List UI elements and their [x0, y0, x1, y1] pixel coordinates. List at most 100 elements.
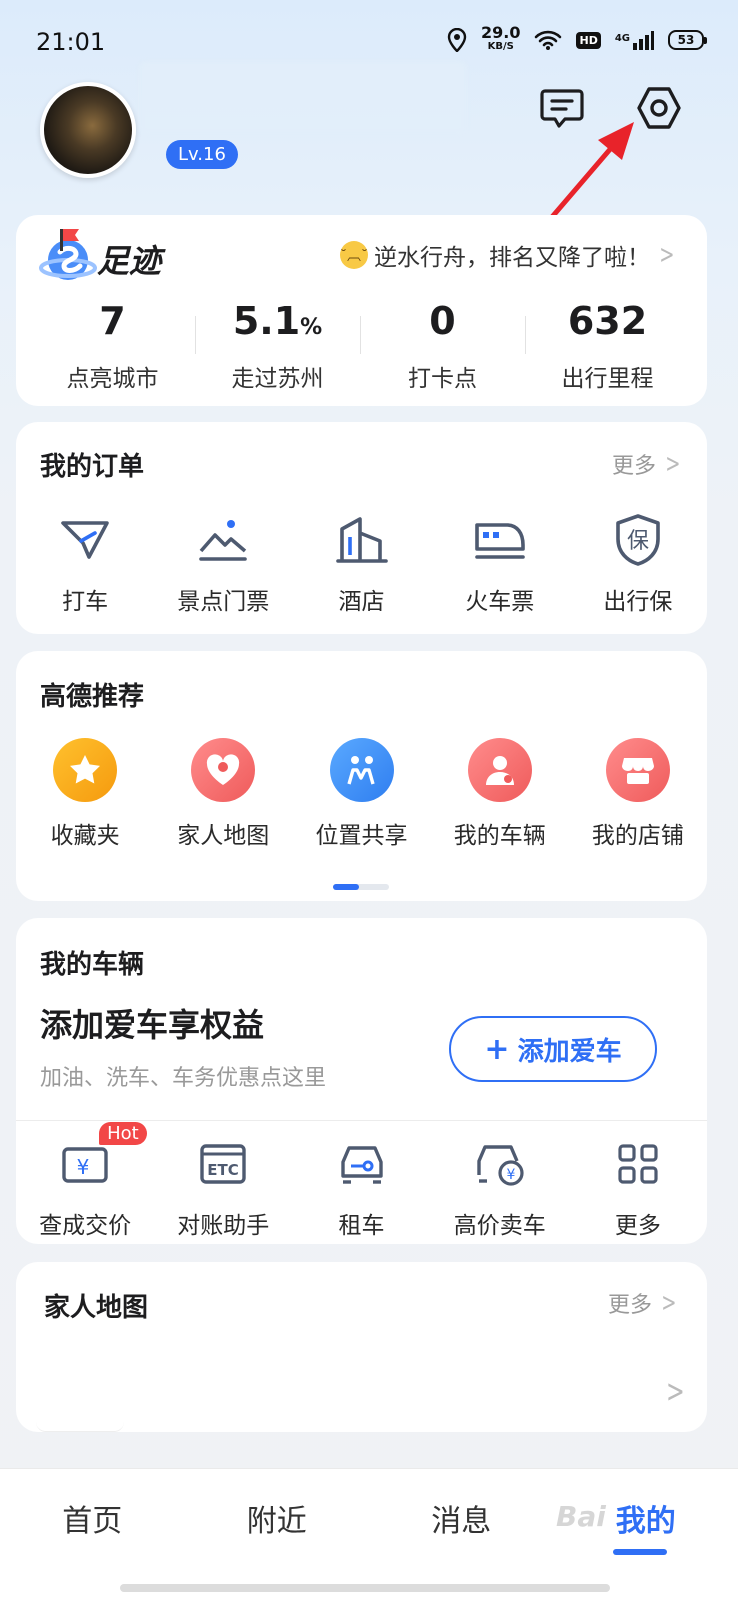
footprint-slogan-text: 逆水行舟，排名又降了啦！ [374, 245, 650, 271]
family-map-title: 家人地图 [44, 1293, 149, 1323]
signal-label: 4G [614, 33, 630, 44]
taxi-icon [57, 512, 113, 568]
recommend-item-my-vehicle[interactable]: 我的车辆 [431, 738, 569, 850]
stat-value: 0 [429, 299, 456, 343]
orders-grid: 打车 景点门票 酒店 火车票 保 出行保 [16, 512, 707, 616]
order-item-taxi[interactable]: 打车 [16, 512, 154, 616]
nav-tab-messages[interactable]: 消息 [369, 1496, 554, 1540]
stat-label: 点亮城市 [66, 366, 159, 392]
grid-label: 家人地图 [177, 823, 270, 849]
vehicle-item-price[interactable]: ¥ Hot 查成交价 [16, 1122, 154, 1240]
stat-value: 7 [99, 299, 126, 343]
stat-label: 走过苏州 [231, 366, 324, 392]
person-icon [467, 738, 532, 802]
scenic-ticket-icon [195, 512, 251, 568]
battery-icon: 53 [668, 30, 707, 50]
orders-more-link[interactable]: 更多 > [612, 448, 684, 480]
vehicle-services-grid: ¥ Hot 查成交价 ETC 对账助手 租车 ¥ 高价卖车 更多 [16, 1122, 707, 1240]
grid-label: 对账助手 [177, 1213, 270, 1239]
net-speed-unit: KB/S [487, 41, 514, 52]
hotel-icon [334, 512, 390, 568]
family-map-placeholder [36, 1414, 124, 1432]
order-item-hotel[interactable]: 酒店 [292, 512, 430, 616]
svg-text:¥: ¥ [77, 1155, 90, 1179]
grid-label: 我的店铺 [591, 823, 684, 849]
grid-label: 查成交价 [39, 1213, 132, 1239]
status-time: 21:01 [36, 28, 106, 56]
grid-label: 酒店 [338, 589, 385, 615]
recommend-title: 高德推荐 [40, 682, 145, 712]
more-label: 更多 [608, 1293, 653, 1318]
price-icon: ¥ Hot [57, 1122, 147, 1192]
stat-label: 打卡点 [408, 366, 477, 392]
level-badge[interactable]: Lv.16 [166, 140, 238, 169]
watermark: Bai [556, 1500, 606, 1533]
recommend-item-my-shop[interactable]: 我的店铺 [569, 738, 707, 850]
recommend-item-family-map[interactable]: 家人地图 [154, 738, 292, 850]
bottom-nav-items: 首页 附近 消息 我的 [0, 1496, 738, 1540]
grid-label: 租车 [338, 1213, 385, 1239]
nav-tab-home[interactable]: 首页 [0, 1496, 185, 1540]
chevron-right-icon[interactable]: > [666, 1372, 685, 1410]
page-indicator-active [333, 884, 359, 890]
svg-text:¥: ¥ [506, 1167, 515, 1183]
chevron-right-icon: > [661, 1288, 677, 1318]
vehicle-headline: 添加爱车享权益 [40, 1006, 265, 1044]
wifi-icon [535, 30, 562, 50]
vehicle-item-rent[interactable]: 租车 [292, 1136, 430, 1240]
grid-label: 更多 [614, 1213, 661, 1239]
chevron-right-icon: > [665, 449, 681, 479]
grid-icon [610, 1136, 666, 1192]
stat-item[interactable]: 0 打卡点 [360, 296, 525, 393]
train-icon [472, 512, 528, 568]
vehicle-item-more[interactable]: 更多 [569, 1136, 707, 1240]
signal-icon: 4G [615, 30, 654, 50]
add-car-label: 添加爱车 [517, 1036, 622, 1067]
vehicle-title: 我的车辆 [40, 950, 145, 980]
more-label: 更多 [612, 454, 657, 479]
footprint-title: 足迹 [97, 242, 162, 280]
vehicle-item-etc[interactable]: ETC 对账助手 [154, 1136, 292, 1240]
grid-label: 我的车辆 [453, 823, 546, 849]
username-blurred [140, 62, 466, 134]
recommend-item-favorites[interactable]: 收藏夹 [16, 738, 154, 850]
avatar[interactable] [40, 82, 136, 178]
grid-label: 位置共享 [315, 823, 408, 849]
star-icon [53, 738, 118, 802]
location-icon [447, 28, 467, 52]
nav-tab-nearby[interactable]: 附近 [185, 1496, 370, 1540]
order-item-scenic-ticket[interactable]: 景点门票 [154, 512, 292, 616]
hot-badge: Hot [99, 1122, 147, 1145]
divider [16, 1120, 707, 1121]
net-speed: 29.0 KB/S [481, 25, 520, 54]
grid-label: 打车 [62, 589, 109, 615]
stat-item[interactable]: 5.1% 走过苏州 [195, 296, 360, 393]
footprint-stats: 7 点亮城市 5.1% 走过苏州 0 打卡点 632 出行里程 [30, 296, 690, 393]
status-icons: 29.0 KB/S HD 4G 53 [447, 25, 707, 54]
heart-icon [191, 738, 256, 802]
vehicle-subtitle: 加油、洗车、车务优惠点这里 [40, 1066, 327, 1091]
hd-badge: HD [576, 31, 601, 49]
svg-text:ETC: ETC [208, 1161, 240, 1179]
recommend-item-location-share[interactable]: 位置共享 [292, 738, 430, 850]
battery-level: 53 [677, 33, 695, 47]
rent-car-icon [334, 1136, 390, 1192]
vehicle-item-sell[interactable]: ¥ 高价卖车 [431, 1136, 569, 1240]
insurance-icon: 保 [610, 512, 666, 568]
grid-label: 出行保 [603, 589, 673, 615]
add-car-button[interactable]: + 添加爱车 [449, 1016, 657, 1082]
home-indicator[interactable] [120, 1584, 610, 1592]
orders-title: 我的订单 [40, 452, 145, 482]
sad-face-icon: ˘︹˘ [340, 241, 368, 269]
shop-icon [605, 738, 670, 802]
plus-icon: + [484, 1031, 510, 1067]
footprint-logo-icon [39, 229, 97, 280]
nav-active-indicator [613, 1549, 667, 1555]
chevron-right-icon: > [659, 240, 675, 270]
order-item-insurance[interactable]: 保 出行保 [569, 512, 707, 616]
family-map-more-link[interactable]: 更多 > [608, 1287, 680, 1319]
stat-item[interactable]: 632 出行里程 [525, 296, 690, 393]
footprint-slogan[interactable]: ˘︹˘ 逆水行舟，排名又降了啦！ > [340, 238, 678, 272]
stat-item[interactable]: 7 点亮城市 [30, 296, 195, 393]
order-item-train[interactable]: 火车票 [431, 512, 569, 616]
